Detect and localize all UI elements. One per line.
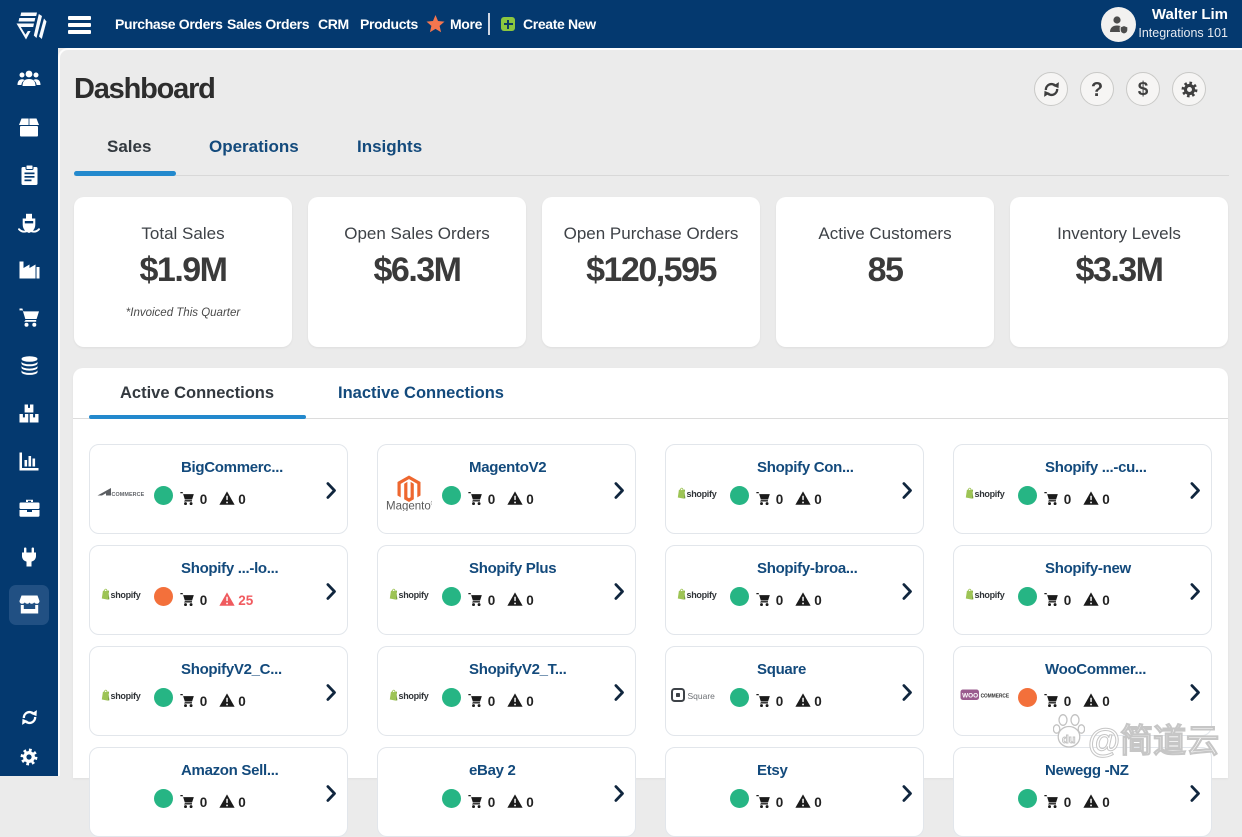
svg-text:COMMERCE: COMMERCE (981, 694, 1010, 700)
svg-text:shopify: shopify (974, 489, 1004, 499)
svg-text:shopify: shopify (398, 691, 428, 701)
svg-text:shopify: shopify (974, 590, 1004, 600)
svg-text:du: du (1062, 734, 1075, 746)
svg-text:Magento®: Magento® (386, 501, 432, 512)
svg-text:shopify: shopify (110, 590, 140, 600)
svg-text:shopify: shopify (686, 590, 716, 600)
svg-text:Square: Square (688, 691, 716, 701)
svg-text:COMMERCE: COMMERCE (112, 492, 145, 498)
svg-text:shopify: shopify (110, 691, 140, 701)
svg-text:shopify: shopify (398, 590, 428, 600)
svg-text:WOO: WOO (962, 693, 978, 700)
svg-text:shopify: shopify (686, 489, 716, 499)
